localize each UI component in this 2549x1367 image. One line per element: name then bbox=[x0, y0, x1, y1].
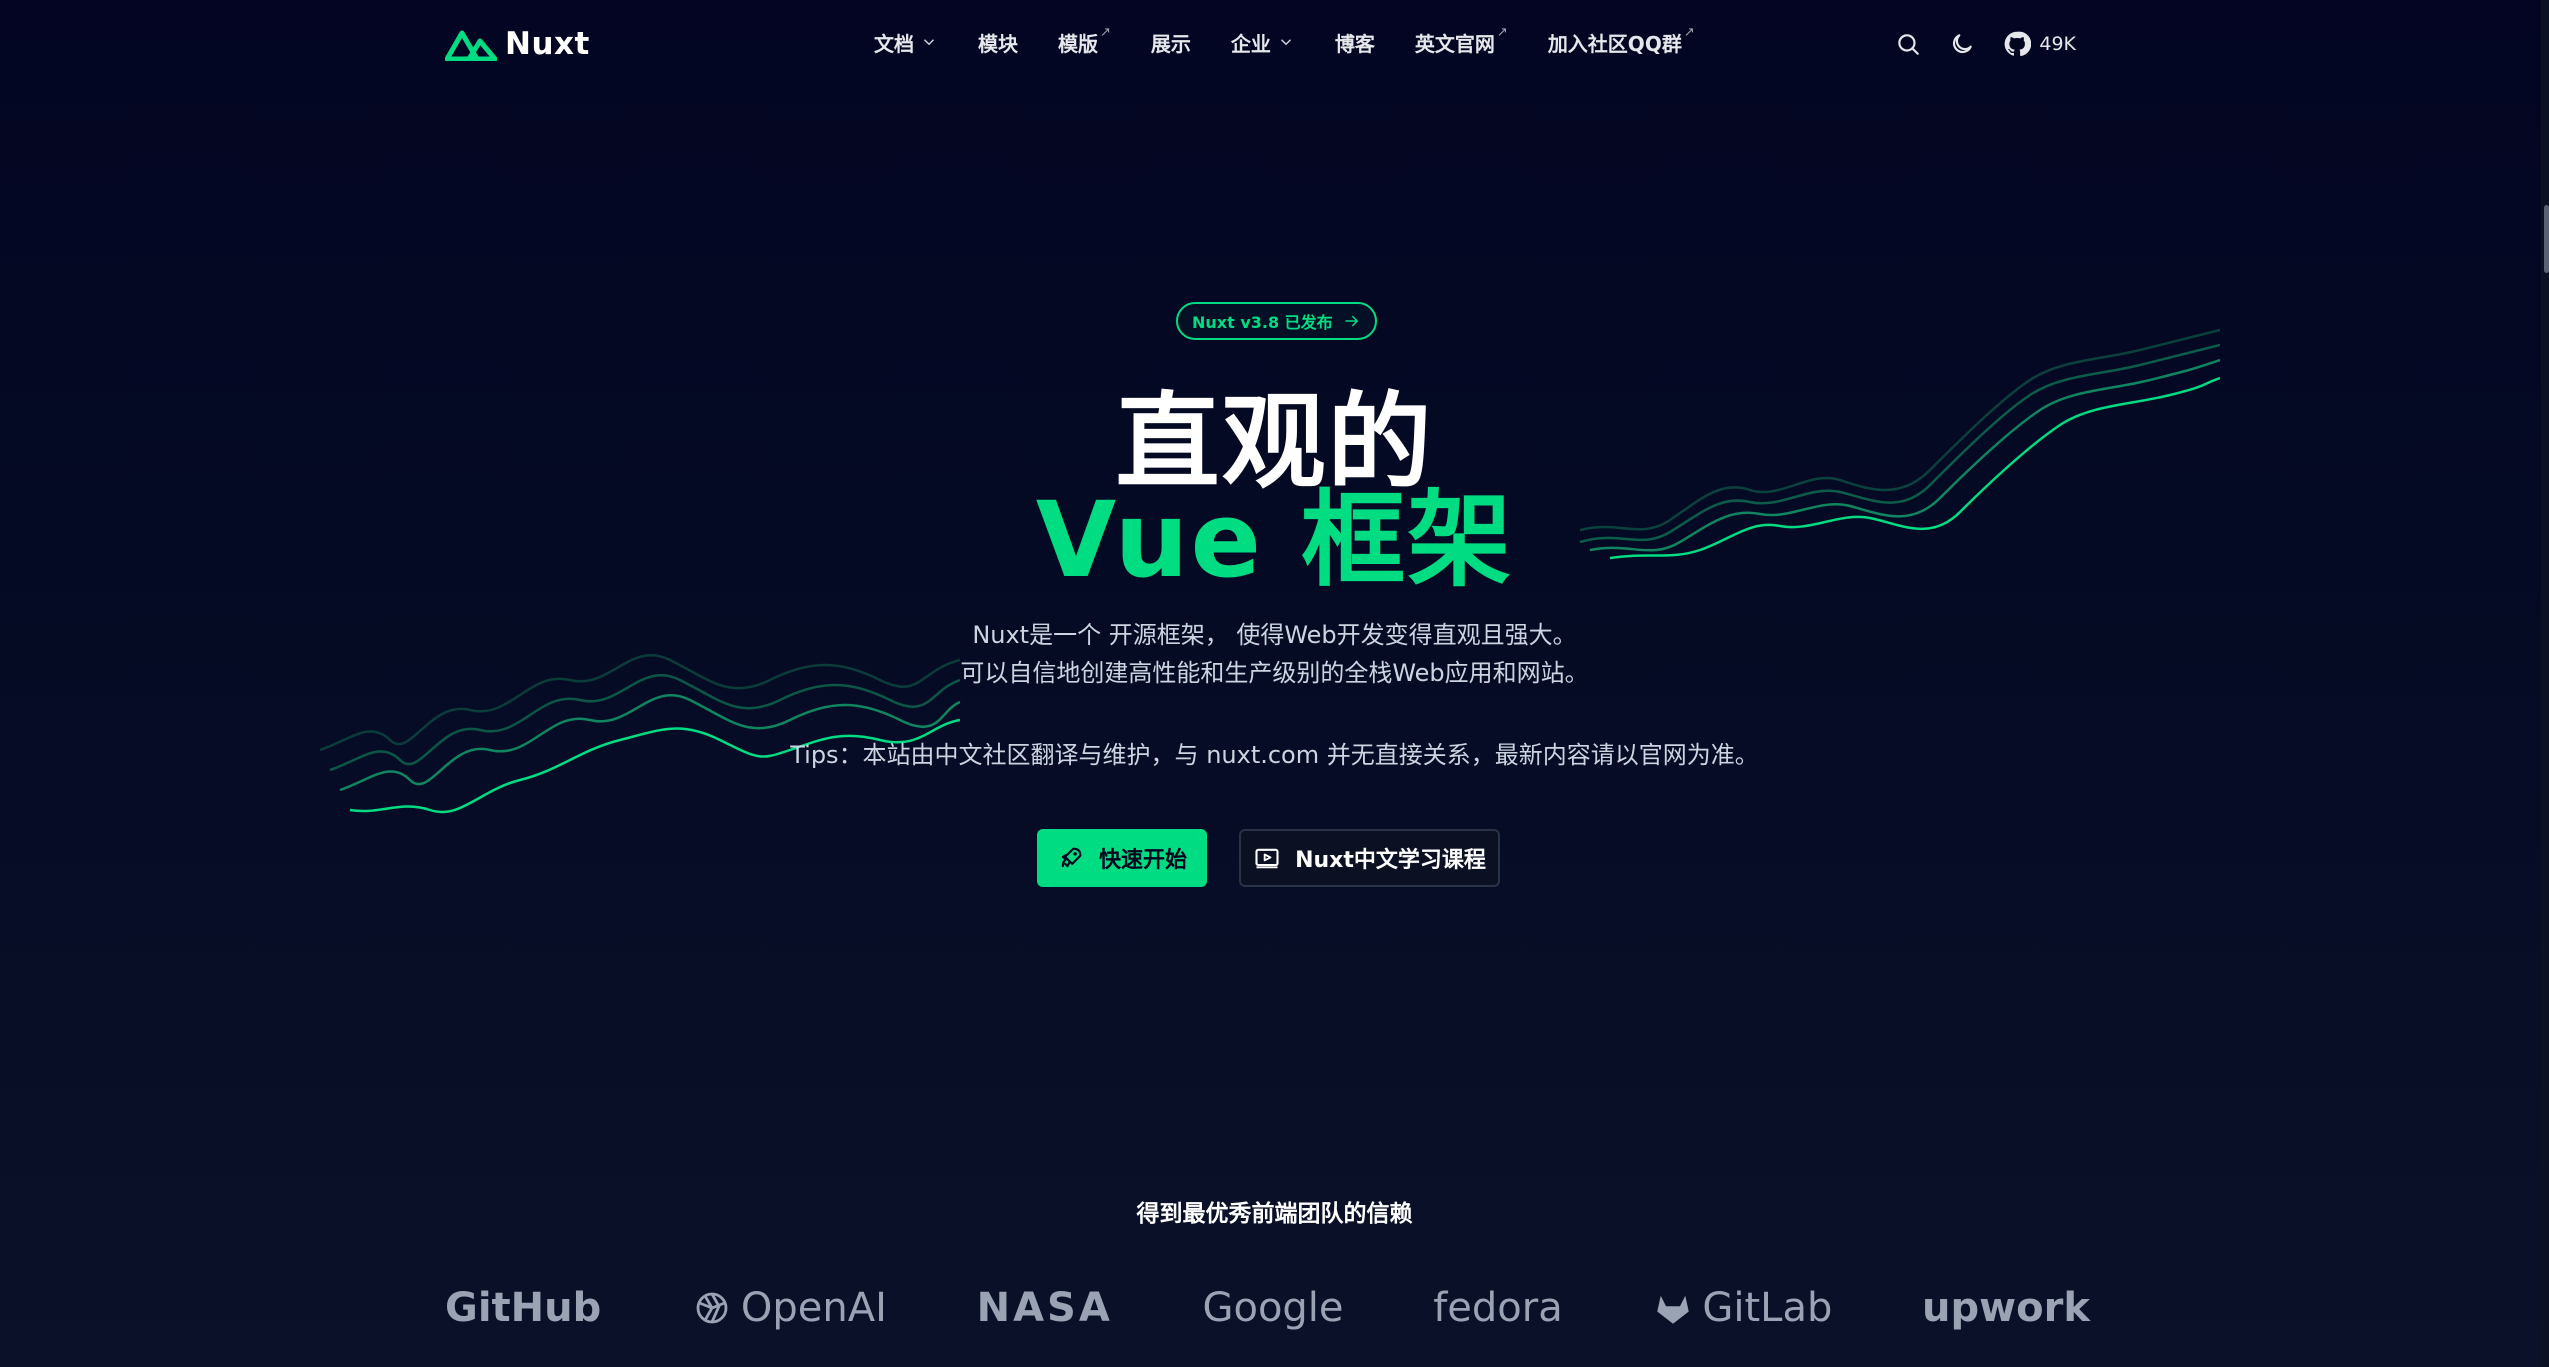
external-link-icon: ↗ bbox=[1683, 24, 1695, 40]
nav-label: 企业 bbox=[1230, 31, 1271, 56]
nuxt-logo[interactable]: Nuxt bbox=[445, 24, 590, 64]
nav-item-docs[interactable]: 文档 bbox=[874, 28, 938, 57]
hero-description-line1: Nuxt是一个 开源框架， 使得Web开发变得直观且强大。 bbox=[972, 621, 1577, 649]
nav-item-modules[interactable]: 模块 bbox=[978, 28, 1018, 57]
logo-text: Nuxt bbox=[505, 26, 590, 62]
brand-name: upwork bbox=[1922, 1285, 2090, 1331]
nav-label: 文档 bbox=[874, 31, 914, 56]
nav-item-english-site[interactable]: 英文官网 ↗ bbox=[1414, 24, 1508, 57]
page: Nuxt 文档 模块 模版 ↗ 展示 企业 博客 英文官网 ↗ 加入社区QQ群 … bbox=[0, 0, 2549, 1367]
nav-label: 英文官网 bbox=[1414, 31, 1495, 56]
gitlab-brand-logo: GitLab bbox=[1652, 1285, 1832, 1331]
external-link-icon: ↗ bbox=[1100, 24, 1111, 40]
main-nav: 文档 模块 模版 ↗ 展示 企业 博客 英文官网 ↗ 加入社区QQ群 ↗ bbox=[874, 22, 1735, 62]
get-started-label: 快速开始 bbox=[1098, 848, 1187, 873]
hero-title-line2: Vue 框架 bbox=[1035, 479, 1514, 601]
hero-description-line2: 可以自信地创建高性能和生产级别的全栈Web应用和网站。 bbox=[960, 659, 1589, 687]
openai-icon bbox=[696, 1292, 728, 1324]
video-play-icon bbox=[1255, 848, 1279, 869]
release-badge[interactable]: Nuxt v3.8 已发布 bbox=[1176, 302, 1377, 340]
github-stars-count: 49K bbox=[2039, 33, 2076, 55]
brand-name: OpenAI bbox=[740, 1285, 887, 1331]
arrow-right-icon bbox=[1344, 315, 1358, 327]
nav-item-showcase[interactable]: 展示 bbox=[1151, 28, 1191, 57]
nasa-brand-logo: NASA bbox=[977, 1285, 1113, 1331]
nav-label: 模块 bbox=[978, 31, 1018, 56]
search-icon bbox=[1898, 34, 1920, 55]
nav-label: 模版 bbox=[1058, 31, 1098, 56]
hero-description: Nuxt是一个 开源框架， 使得Web开发变得直观且强大。 可以自信地创建高性能… bbox=[0, 616, 2549, 692]
openai-brand-logo: OpenAI bbox=[691, 1285, 887, 1331]
theme-toggle-button[interactable] bbox=[1949, 31, 1975, 57]
get-started-button[interactable]: 快速开始 bbox=[1037, 829, 1207, 887]
gitlab-fox-icon bbox=[1657, 1295, 1690, 1324]
top-navbar: Nuxt 文档 模块 模版 ↗ 展示 企业 博客 英文官网 ↗ 加入社区QQ群 … bbox=[0, 0, 2549, 86]
header-actions: 49K bbox=[1895, 24, 2076, 64]
nav-item-enterprise[interactable]: 企业 bbox=[1231, 28, 1295, 57]
course-button-label: Nuxt中文学习课程 bbox=[1295, 848, 1486, 873]
release-badge-text: Nuxt v3.8 已发布 bbox=[1192, 313, 1333, 332]
brand-logos: GitHub OpenAI NASA Google fedora GitLab … bbox=[445, 1270, 2090, 1346]
github-icon bbox=[2005, 31, 2032, 57]
moon-icon bbox=[1953, 34, 1973, 54]
google-brand-logo: Google bbox=[1202, 1285, 1343, 1331]
trusted-heading: 得到最优秀前端团队的信赖 bbox=[1136, 1201, 1413, 1227]
brand-name: Google bbox=[1202, 1285, 1344, 1331]
nav-item-qq-group[interactable]: 加入社区QQ群 ↗ bbox=[1547, 24, 1695, 57]
nuxt-mountain-icon bbox=[445, 30, 497, 61]
brand-name: fedora bbox=[1433, 1285, 1563, 1331]
hero-tips: Tips：本站由中文社区翻译与维护，与 nuxt.com 并无直接关系，最新内容… bbox=[790, 741, 1759, 769]
rocket-icon bbox=[1061, 847, 1082, 868]
scrollbar-thumb[interactable] bbox=[2544, 205, 2549, 273]
nav-label: 加入社区QQ群 bbox=[1547, 31, 1682, 56]
external-link-icon: ↗ bbox=[1496, 24, 1508, 40]
github-stars-link[interactable]: 49K bbox=[2003, 30, 2076, 58]
page-scrollbar[interactable] bbox=[2541, 0, 2549, 1367]
course-button[interactable]: Nuxt中文学习课程 bbox=[1239, 829, 1500, 887]
search-button[interactable] bbox=[1895, 31, 1921, 57]
chevron-down-icon bbox=[923, 39, 935, 46]
nav-item-blog[interactable]: 博客 bbox=[1335, 28, 1375, 57]
fedora-brand-logo: fedora bbox=[1433, 1285, 1563, 1331]
nav-label: 博客 bbox=[1334, 31, 1375, 56]
nav-label: 展示 bbox=[1150, 31, 1191, 56]
brand-name: NASA bbox=[976, 1285, 1113, 1331]
chevron-down-icon bbox=[1280, 39, 1291, 46]
brand-name: GitHub bbox=[445, 1285, 602, 1331]
github-brand-logo: GitHub bbox=[445, 1285, 601, 1331]
upwork-brand-logo: upwork bbox=[1922, 1285, 2090, 1331]
brand-name: GitLab bbox=[1702, 1285, 1833, 1331]
nav-item-templates[interactable]: 模版 ↗ bbox=[1058, 24, 1111, 57]
